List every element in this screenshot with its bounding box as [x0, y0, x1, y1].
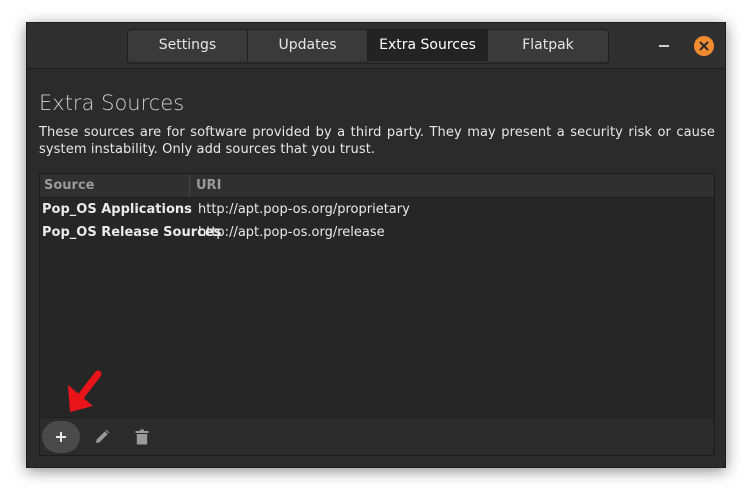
- plus-icon: [56, 432, 66, 442]
- list-rows: Pop_OS Applications http://apt.pop-os.or…: [40, 198, 714, 244]
- header-bar: Settings Updates Extra Sources Flatpak: [27, 23, 725, 69]
- tab-flatpak[interactable]: Flatpak: [488, 30, 608, 61]
- source-uri: http://apt.pop-os.org/release: [198, 225, 385, 240]
- tab-extra-sources[interactable]: Extra Sources: [368, 30, 488, 61]
- trash-icon: [135, 429, 149, 445]
- page-description: These sources are for software provided …: [39, 125, 715, 157]
- close-button[interactable]: [694, 36, 714, 56]
- list-item[interactable]: Pop_OS Release Sources http://apt.pop-os…: [40, 221, 714, 244]
- source-name: Pop_OS Release Sources: [42, 225, 222, 240]
- list-toolbar: [40, 417, 714, 455]
- page-content: Extra Sources These sources are for soft…: [39, 89, 715, 158]
- window: Settings Updates Extra Sources Flatpak E…: [26, 22, 726, 468]
- red-arrow-icon: [68, 370, 102, 412]
- source-uri: http://apt.pop-os.org/proprietary: [198, 202, 410, 217]
- sources-list: Source URI Pop_OS Applications http://ap…: [39, 173, 715, 456]
- close-icon: [699, 41, 709, 51]
- list-header: Source URI: [40, 174, 714, 198]
- page-title: Extra Sources: [39, 91, 185, 115]
- add-source-button[interactable]: [42, 421, 80, 453]
- column-header-source[interactable]: Source: [40, 174, 190, 197]
- minimize-icon: [659, 45, 669, 47]
- source-name: Pop_OS Applications: [42, 202, 192, 217]
- edit-source-button[interactable]: [82, 421, 122, 453]
- tab-bar: Settings Updates Extra Sources Flatpak: [127, 29, 609, 64]
- tab-updates[interactable]: Updates: [248, 30, 368, 61]
- pencil-icon: [96, 429, 110, 443]
- list-item[interactable]: Pop_OS Applications http://apt.pop-os.or…: [40, 198, 714, 221]
- tab-settings[interactable]: Settings: [128, 30, 248, 61]
- delete-source-button[interactable]: [122, 421, 162, 453]
- column-header-uri[interactable]: URI: [190, 174, 221, 197]
- minimize-button[interactable]: [655, 37, 673, 55]
